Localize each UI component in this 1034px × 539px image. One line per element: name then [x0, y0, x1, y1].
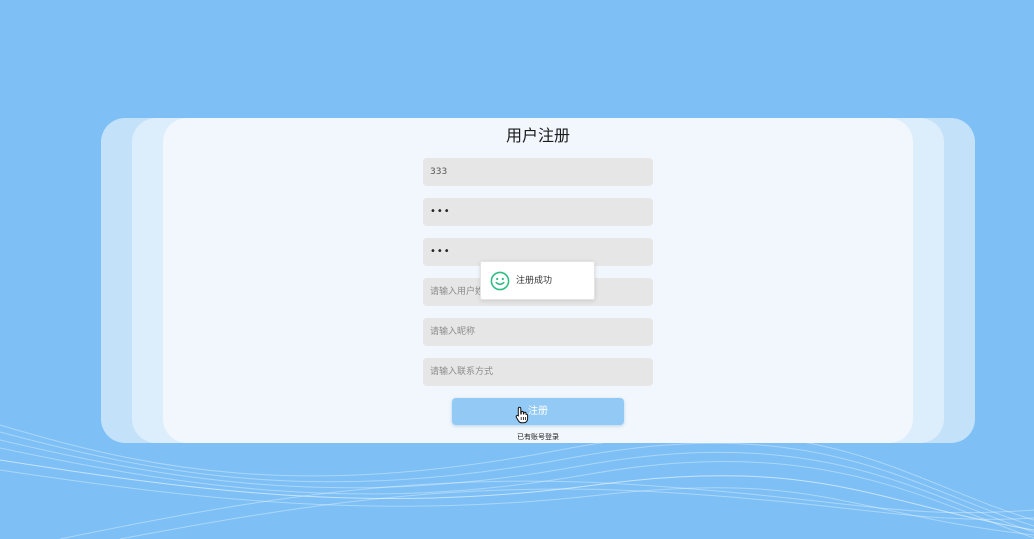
- password-input[interactable]: •••: [423, 198, 653, 226]
- nickname-input[interactable]: 请输入昵称: [423, 318, 653, 346]
- page-title: 用户注册: [505, 126, 570, 145]
- smile-icon: [490, 271, 510, 291]
- register-button[interactable]: 注册: [452, 398, 624, 425]
- hand-cursor-icon: [515, 406, 529, 424]
- toast-message: 注册成功: [516, 276, 553, 286]
- login-link[interactable]: 已有账号登录: [423, 432, 653, 442]
- success-toast: 注册成功: [480, 261, 595, 300]
- contact-input[interactable]: 请输入联系方式: [423, 358, 653, 386]
- username-input[interactable]: 333: [423, 158, 653, 186]
